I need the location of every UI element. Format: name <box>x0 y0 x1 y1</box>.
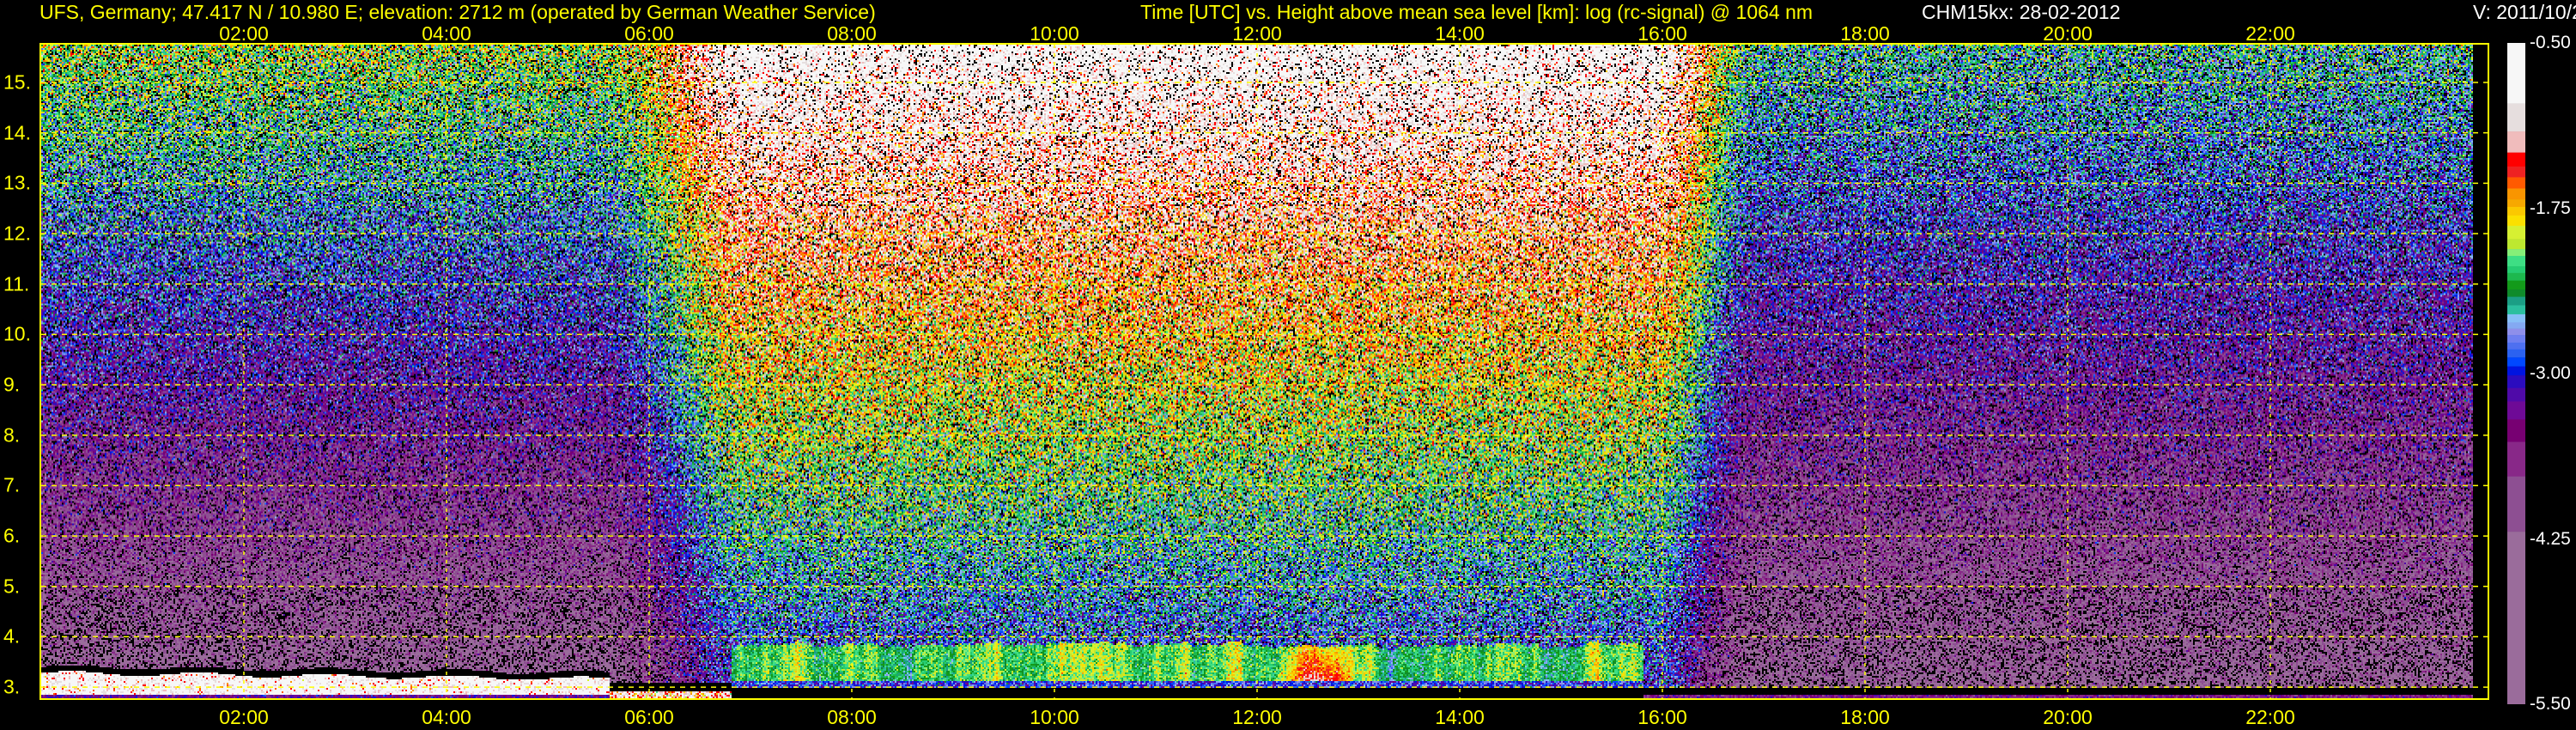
y-tick: 3. <box>3 675 21 698</box>
x-tick-bottom: 08:00 <box>827 706 877 728</box>
x-tick-top: 14:00 <box>1435 22 1485 45</box>
colorbar-band <box>2507 532 2525 704</box>
colorbar-band <box>2507 239 2525 250</box>
y-tick: 4. <box>3 624 21 648</box>
x-tick-top: 12:00 <box>1232 22 1282 45</box>
y-tick: 7. <box>3 473 21 496</box>
colorbar-band <box>2507 280 2525 290</box>
colorbar-band <box>2507 401 2525 420</box>
colorbar-band <box>2507 206 2525 216</box>
colorbar-band <box>2507 225 2525 240</box>
colorbar-band <box>2507 272 2525 281</box>
colorbar-band <box>2507 43 2525 104</box>
x-tick-top: 18:00 <box>1840 22 1890 45</box>
colorbar-band <box>2507 375 2525 389</box>
plot-frame <box>39 43 2489 700</box>
x-tick-bottom: 02:00 <box>219 706 269 728</box>
colorbar <box>2507 43 2525 704</box>
colorbar-band <box>2507 335 2525 344</box>
y-tick: 14. <box>3 121 31 144</box>
x-tick-bottom: 04:00 <box>422 706 471 728</box>
colorbar-tick: -0.50 <box>2530 33 2571 52</box>
colorbar-band <box>2507 322 2525 329</box>
colorbar-band <box>2507 419 2525 442</box>
x-tick-top: 02:00 <box>219 22 269 45</box>
colorbar-band <box>2507 152 2525 167</box>
colorbar-tick: -3.00 <box>2530 363 2571 383</box>
colorbar-tick: -1.75 <box>2530 198 2571 218</box>
colorbar-band <box>2507 215 2525 227</box>
colorbar-band <box>2507 387 2525 402</box>
colorbar-band <box>2507 199 2525 208</box>
colorbar-band <box>2507 289 2525 297</box>
x-tick-top: 22:00 <box>2245 22 2295 45</box>
colorbar-band <box>2507 313 2525 323</box>
x-tick-bottom: 22:00 <box>2245 706 2295 728</box>
colorbar-band <box>2507 328 2525 336</box>
x-tick-top: 20:00 <box>2043 22 2093 45</box>
y-tick: 6. <box>3 524 21 547</box>
y-tick: 10. <box>3 322 31 345</box>
y-tick: 12. <box>3 222 31 245</box>
colorbar-band <box>2507 357 2525 367</box>
x-tick-top: 06:00 <box>624 22 674 45</box>
colorbar-band <box>2507 441 2525 478</box>
y-tick: 5. <box>3 575 21 598</box>
x-tick-bottom: 06:00 <box>624 706 674 728</box>
x-tick-bottom: 14:00 <box>1435 706 1485 728</box>
colorbar-band <box>2507 188 2525 200</box>
colorbar-band <box>2507 131 2525 153</box>
x-tick-bottom: 12:00 <box>1232 706 1282 728</box>
colorbar-band <box>2507 349 2525 358</box>
colorbar-band <box>2507 166 2525 178</box>
y-tick: 15. <box>3 70 31 94</box>
colorbar-band <box>2507 265 2525 274</box>
colorbar-band <box>2507 342 2525 350</box>
colorbar-band <box>2507 249 2525 257</box>
site-info-title: UFS, Germany; 47.417 N / 10.980 E; eleva… <box>39 1 876 23</box>
chart-title: Time [UTC] vs. Height above mean sea lev… <box>1140 1 1814 23</box>
colorbar-band <box>2507 476 2525 532</box>
x-tick-top: 08:00 <box>827 22 877 45</box>
x-tick-top: 10:00 <box>1030 22 1079 45</box>
y-tick: 9. <box>3 373 21 396</box>
x-tick-top: 16:00 <box>1637 22 1687 45</box>
colorbar-band <box>2507 366 2525 376</box>
instrument-date: CHM15kx: 28-02-2012 <box>1922 1 2121 23</box>
y-tick: 8. <box>3 423 21 447</box>
colorbar-band <box>2507 177 2525 189</box>
y-tick: 13. <box>3 171 31 194</box>
colorbar-band <box>2507 305 2525 315</box>
x-tick-bottom: 18:00 <box>1840 706 1890 728</box>
colorbar-tick: -5.50 <box>2530 694 2571 714</box>
colorbar-band <box>2507 296 2525 306</box>
x-tick-top: 04:00 <box>422 22 471 45</box>
colorbar-band <box>2507 255 2525 267</box>
x-tick-bottom: 20:00 <box>2043 706 2093 728</box>
y-tick: 11. <box>3 272 30 295</box>
colorbar-tick: -4.25 <box>2530 528 2571 549</box>
x-tick-bottom: 10:00 <box>1030 706 1079 728</box>
colorbar-band <box>2507 103 2525 132</box>
x-tick-bottom: 16:00 <box>1637 706 1687 728</box>
software-version: V: 2011/10/24 <box>2473 1 2576 23</box>
